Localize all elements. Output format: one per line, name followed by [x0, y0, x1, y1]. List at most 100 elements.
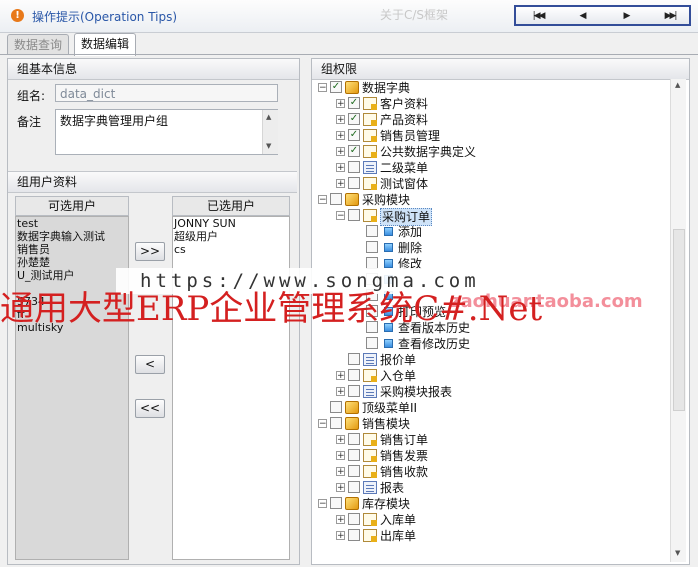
add-user-button[interactable]: >>	[135, 242, 165, 261]
expand-icon[interactable]: +	[336, 467, 345, 477]
remove-user-button[interactable]: <	[135, 355, 165, 374]
list-item[interactable]: 数据字典输入测试	[16, 230, 128, 243]
action-icon	[384, 339, 393, 348]
permission-checkbox[interactable]	[330, 497, 342, 509]
expand-icon[interactable]: +	[336, 371, 345, 381]
tree-node[interactable]: − 采购模块	[312, 192, 668, 208]
permission-checkbox[interactable]	[348, 481, 360, 493]
tab-data-edit[interactable]: 数据编辑	[74, 33, 137, 56]
permission-checkbox[interactable]	[366, 337, 378, 349]
permission-checkbox[interactable]: ✓	[330, 81, 342, 93]
available-users-list[interactable]: test 数据字典输入测试 销售员 孙楚楚 U_测试用户 5734 ff mul…	[15, 216, 129, 560]
permission-checkbox[interactable]	[330, 401, 342, 413]
expand-icon[interactable]: +	[336, 179, 345, 189]
group-permissions-header: 组权限	[312, 59, 689, 80]
remark-field[interactable]: 数据字典管理用户组	[55, 109, 278, 155]
form-icon	[363, 353, 377, 366]
tree-node[interactable]: + 测试窗体	[312, 176, 668, 192]
tree-node[interactable]: − 销售模块	[312, 416, 668, 432]
tree-node[interactable]: + 二级菜单	[312, 160, 668, 176]
tree-node[interactable]: − 库存模块	[312, 496, 668, 512]
remove-all-users-button[interactable]: <<	[135, 399, 165, 418]
first-record-icon[interactable]: |◀◀	[518, 9, 558, 23]
permission-checkbox[interactable]	[330, 417, 342, 429]
list-item[interactable]: cs	[173, 243, 289, 256]
tree-node[interactable]: 删除	[312, 240, 668, 256]
group-name-field[interactable]: data_dict	[55, 84, 278, 102]
list-item[interactable]: 超级用户	[173, 230, 289, 243]
permission-checkbox[interactable]: ✓	[348, 97, 360, 109]
tree-node[interactable]: + ✓ 公共数据字典定义	[312, 144, 668, 160]
permission-checkbox[interactable]	[366, 241, 378, 253]
expand-icon[interactable]: +	[336, 451, 345, 461]
list-item[interactable]: 孙楚楚	[16, 256, 128, 269]
next-record-icon[interactable]: ▶	[606, 9, 646, 23]
expand-icon[interactable]: +	[336, 435, 345, 445]
scroll-down-icon[interactable]: ▼	[675, 549, 680, 557]
permission-checkbox[interactable]	[348, 353, 360, 365]
tree-node-label: 查看修改历史	[398, 337, 471, 351]
tree-node[interactable]: 添加	[312, 224, 668, 240]
collapse-icon[interactable]: −	[318, 195, 327, 205]
tree-node[interactable]: + ✓ 产品资料	[312, 112, 668, 128]
tree-node[interactable]: 顶级菜单II	[312, 400, 668, 416]
remark-scrollbar[interactable]: ▲ ▼	[262, 110, 278, 154]
tree-node[interactable]: 报价单	[312, 352, 668, 368]
tree-node[interactable]: + 入库单	[312, 512, 668, 528]
tree-node[interactable]: + 出库单	[312, 528, 668, 544]
expand-icon[interactable]: +	[336, 387, 345, 397]
collapse-icon[interactable]: −	[318, 83, 327, 93]
permission-checkbox[interactable]: ✓	[348, 129, 360, 141]
prev-record-icon[interactable]: ◀	[562, 9, 602, 23]
scroll-up-icon[interactable]: ▲	[675, 81, 680, 89]
permission-checkbox[interactable]	[348, 529, 360, 541]
tree-node[interactable]: + 销售发票	[312, 448, 668, 464]
expand-icon[interactable]: +	[336, 531, 345, 541]
expand-icon[interactable]: +	[336, 131, 345, 141]
permission-checkbox[interactable]	[348, 369, 360, 381]
tree-node[interactable]: + 销售订单	[312, 432, 668, 448]
tree-node[interactable]: + 入仓单	[312, 368, 668, 384]
tree-node[interactable]: − ✓ 数据字典	[312, 80, 668, 96]
last-record-icon[interactable]: ▶▶|	[650, 9, 690, 23]
tree-node[interactable]: + ✓ 销售员管理	[312, 128, 668, 144]
operation-tips-link[interactable]: 操作提示(Operation Tips)	[32, 8, 177, 25]
expand-icon[interactable]: +	[336, 483, 345, 493]
collapse-icon[interactable]: −	[336, 211, 345, 221]
tree-node-label: 入库单	[380, 513, 417, 527]
permission-checkbox[interactable]	[348, 465, 360, 477]
permission-checkbox[interactable]: ✓	[348, 113, 360, 125]
tree-node[interactable]: − 采购订单	[312, 208, 668, 226]
module-icon	[345, 401, 359, 414]
tree-node[interactable]: + 采购模块报表	[312, 384, 668, 400]
list-item[interactable]: test	[16, 217, 128, 230]
collapse-icon[interactable]: −	[318, 419, 327, 429]
permission-checkbox[interactable]	[348, 177, 360, 189]
permission-checkbox[interactable]	[330, 193, 342, 205]
list-item[interactable]: U_测试用户	[16, 269, 128, 282]
tree-node[interactable]: 查看修改历史	[312, 336, 668, 352]
expand-icon[interactable]: +	[336, 147, 345, 157]
document-icon	[363, 97, 377, 110]
permission-checkbox[interactable]	[348, 385, 360, 397]
collapse-icon[interactable]: −	[318, 499, 327, 509]
tree-node[interactable]: + 报表	[312, 480, 668, 496]
expand-icon[interactable]: +	[336, 115, 345, 125]
scroll-up-icon[interactable]: ▲	[266, 113, 271, 121]
permission-checkbox[interactable]	[348, 209, 360, 221]
tree-node[interactable]: + 销售收款	[312, 464, 668, 480]
permission-checkbox[interactable]	[348, 161, 360, 173]
tree-node[interactable]: + ✓ 客户资料	[312, 96, 668, 112]
permission-checkbox[interactable]	[348, 433, 360, 445]
scroll-down-icon[interactable]: ▼	[266, 142, 271, 150]
list-item[interactable]: JONNY SUN	[173, 217, 289, 230]
expand-icon[interactable]: +	[336, 515, 345, 525]
tab-data-query[interactable]: 数据查询	[7, 34, 70, 55]
permission-checkbox[interactable]	[366, 225, 378, 237]
expand-icon[interactable]: +	[336, 99, 345, 109]
permission-checkbox[interactable]	[348, 449, 360, 461]
permission-checkbox[interactable]: ✓	[348, 145, 360, 157]
expand-icon[interactable]: +	[336, 163, 345, 173]
permission-checkbox[interactable]	[348, 513, 360, 525]
list-item[interactable]: 销售员	[16, 243, 128, 256]
